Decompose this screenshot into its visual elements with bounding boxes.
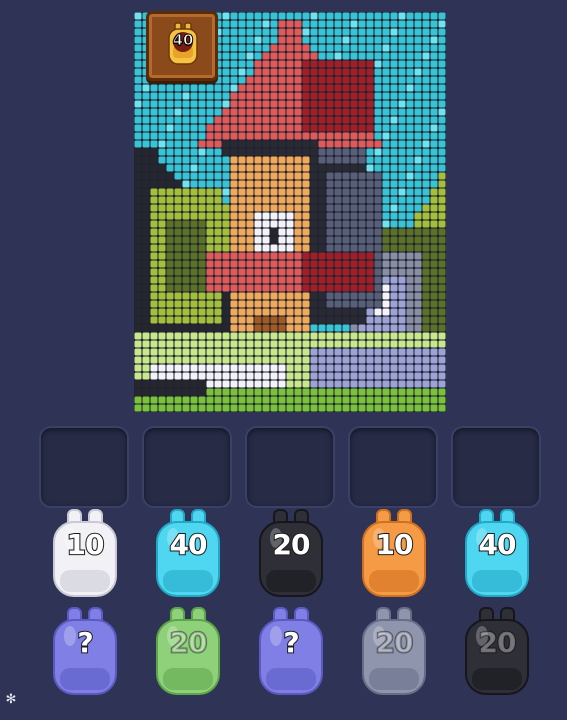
yarn-bag-bags_row1-5[interactable]: 40 [462,508,532,598]
bag-count-label: ? [76,625,94,660]
yarn-bag-bags_row1-1[interactable]: 10 [50,508,120,598]
yarn-bag-bags_row2-2[interactable]: 20 [153,606,223,696]
mystery-bag-bags_row2-1[interactable]: ? [50,606,120,696]
settings-gear-icon[interactable]: ✻ [3,692,19,708]
empty-slot-4[interactable] [348,426,438,508]
empty-slot-3[interactable] [245,426,335,508]
bag-count-label: 20 [169,625,209,660]
yarn-bag-bags_row1-3[interactable]: 20 [256,508,326,598]
empty-slot-2[interactable] [142,426,232,508]
bag-count-label: ? [282,625,300,660]
bag-count-label: 20 [375,625,415,660]
target-bag-badge: 40 [146,11,218,81]
yarn-bag-bags_row1-2[interactable]: 40 [153,508,223,598]
empty-slot-5[interactable] [451,426,541,508]
bag-count-label: 40 [478,527,518,562]
bag-count-label: 40 [169,527,209,562]
target-count: 40 [172,31,194,50]
yarn-bag-bags_row2-5[interactable]: 20 [462,606,532,696]
bag-count-label: 10 [66,527,106,562]
yarn-bag-bags_row2-4[interactable]: 20 [359,606,429,696]
empty-slot-1[interactable] [39,426,129,508]
bag-count-label: 20 [272,527,312,562]
yarn-bag-bags_row1-4[interactable]: 10 [359,508,429,598]
mystery-bag-bags_row2-3[interactable]: ? [256,606,326,696]
bag-count-label: 10 [375,527,415,562]
bag-count-label: 20 [478,625,518,660]
